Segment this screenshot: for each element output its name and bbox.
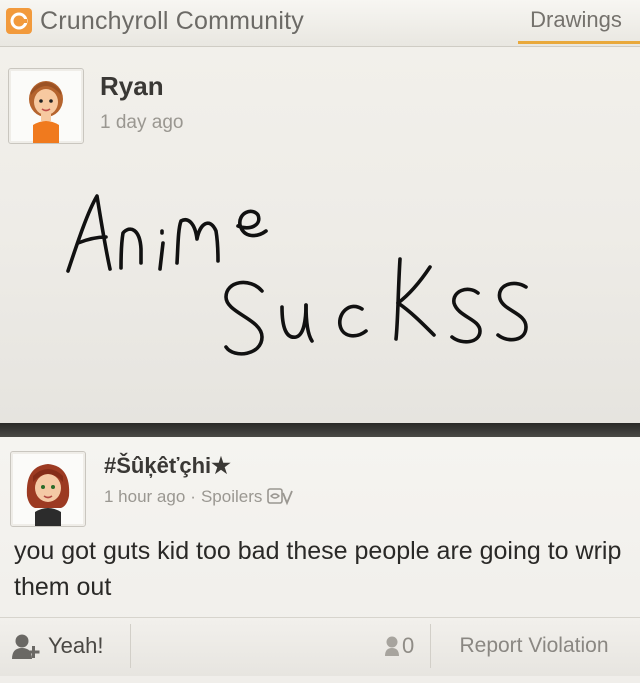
yeah-button[interactable]: Yeah! (4, 624, 131, 668)
app-header: Crunchyroll Community Drawings (0, 0, 640, 47)
post-time: 1 day ago (100, 112, 184, 133)
spoilers-label: Spoilers (200, 487, 263, 506)
comment-meta: 1 hour ago · Spoilers (104, 487, 295, 507)
yeah-mii-icon (12, 634, 40, 659)
tab-drawings[interactable]: Drawings (512, 0, 640, 46)
yeah-count-icon (385, 636, 399, 656)
report-violation-label: Report Violation (459, 634, 609, 657)
screen-divider (0, 423, 640, 437)
crunchyroll-logo-icon (6, 8, 32, 34)
meta-separator: · (190, 487, 196, 506)
comment-avatar[interactable] (10, 451, 86, 527)
comment-author[interactable]: #Šûķêťçhi★ (104, 453, 231, 479)
mii-commenter-icon (26, 464, 70, 526)
mii-ryan-icon (29, 81, 63, 143)
yeah-count-value: 0 (402, 633, 415, 658)
post-author[interactable]: Ryan (100, 71, 164, 102)
handwritten-drawing (66, 194, 528, 356)
bottom-screen: #Šûķêťçhi★ 1 hour ago · Spoilers you got… (0, 437, 640, 683)
avatar[interactable] (8, 68, 84, 144)
comment-action-bar: Yeah! 0 Report Violation (0, 617, 640, 676)
yeah-label: Yeah! (48, 633, 104, 658)
drawing-canvas (0, 151, 640, 423)
top-screen: Crunchyroll Community Drawings Ryan 1 da… (0, 0, 640, 423)
comment-time: 1 hour ago (104, 487, 186, 506)
post-header: Ryan 1 day ago (0, 47, 640, 151)
tab-drawings-label: Drawings (530, 7, 622, 32)
spoiler-eye-icon (267, 488, 294, 506)
comment-body: you got guts kid too bad these people ar… (14, 537, 622, 601)
yeah-count: 0 (384, 624, 428, 668)
tab-active-indicator (518, 41, 640, 44)
app-title: Crunchyroll Community (40, 7, 304, 35)
report-violation-button[interactable]: Report Violation (430, 624, 637, 668)
